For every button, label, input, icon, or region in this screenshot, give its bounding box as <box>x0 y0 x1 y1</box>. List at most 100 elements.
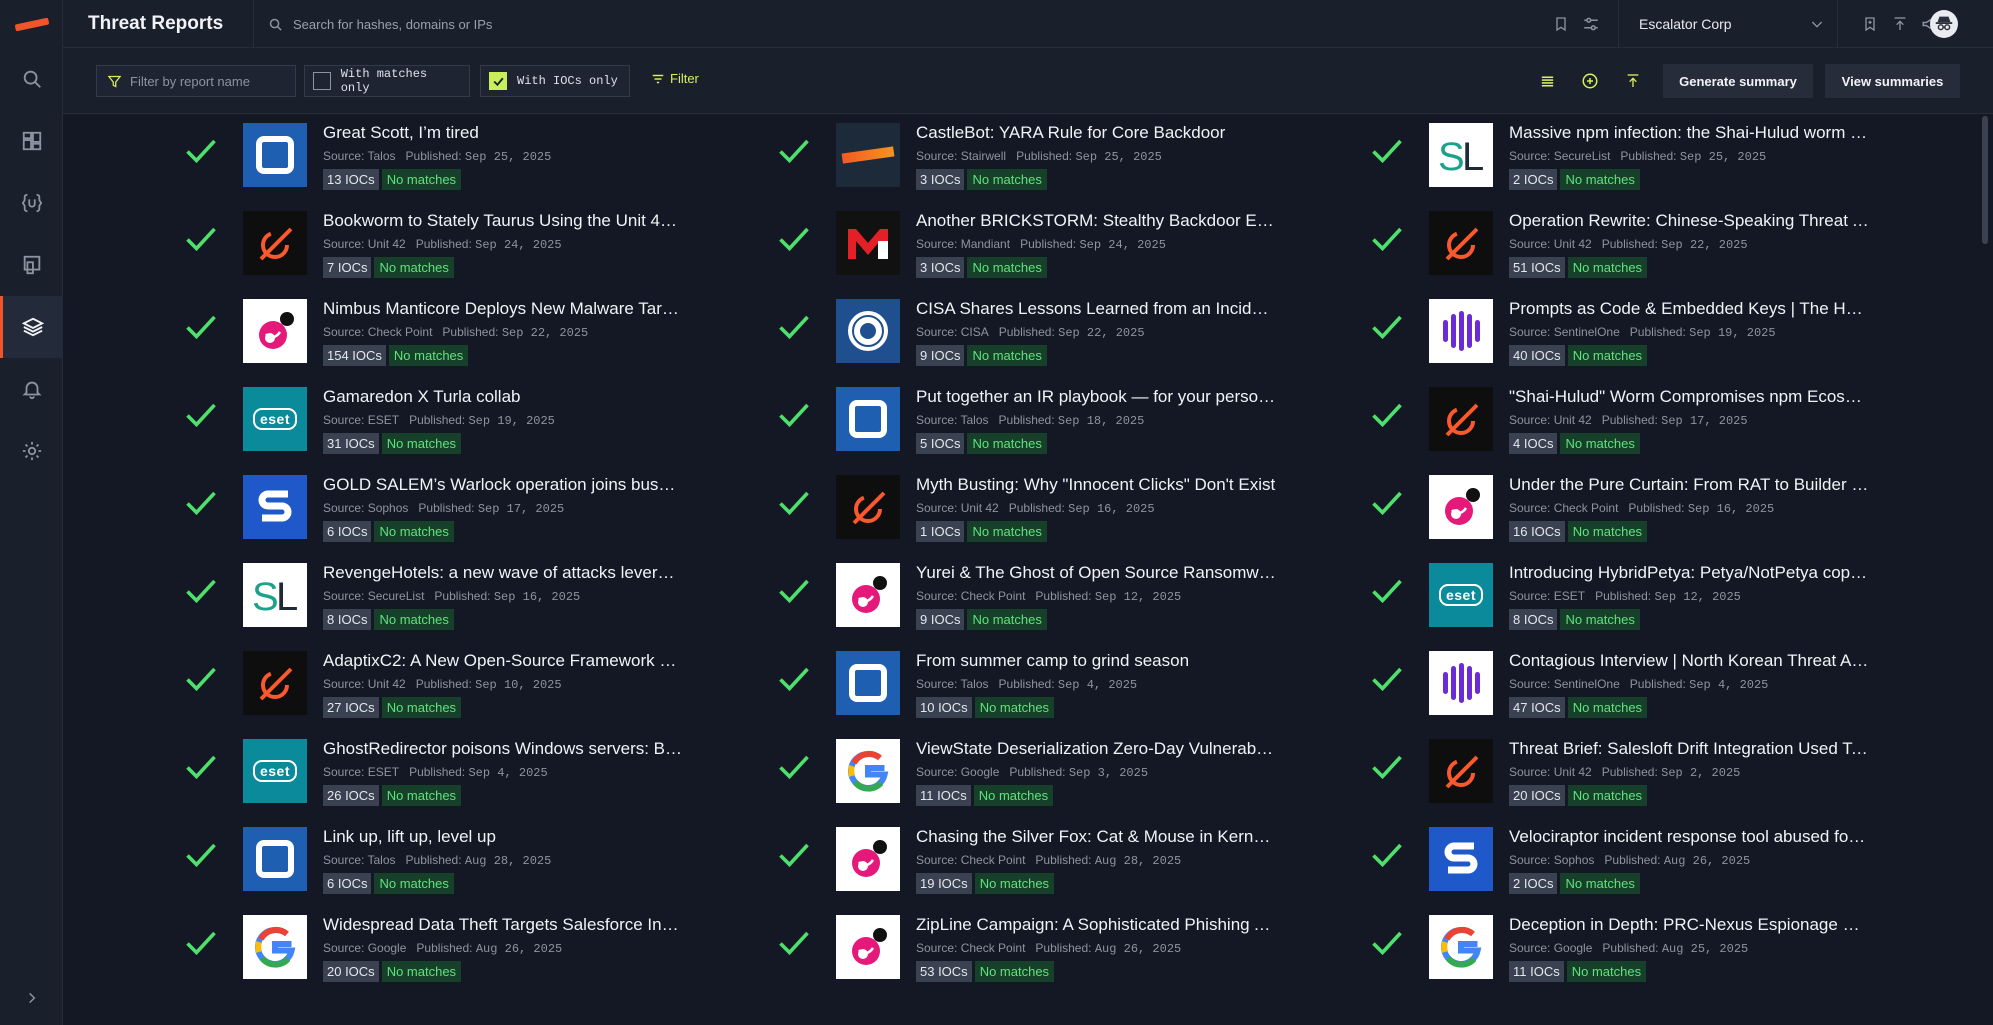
ioc-count-badge[interactable]: 10 IOCs <box>916 697 972 718</box>
report-title[interactable]: ViewState Deserialization Zero-Day Vulne… <box>916 739 1276 759</box>
report-title[interactable]: Yurei & The Ghost of Open Source Ransomw… <box>916 563 1276 583</box>
report-title[interactable]: AdaptixC2: A New Open-Source Framework L… <box>323 651 683 671</box>
report-card[interactable]: SL Massive npm infection: the Shai-Hulud… <box>1369 114 1929 196</box>
ioc-count-badge[interactable]: 3 IOCs <box>916 257 965 278</box>
saved-searches-button[interactable] <box>1860 14 1880 34</box>
ioc-count-badge[interactable]: 9 IOCs <box>916 609 965 630</box>
ioc-count-badge[interactable]: 20 IOCs <box>1509 785 1565 806</box>
with-matches-checkbox[interactable]: With matches only <box>304 65 470 97</box>
report-title[interactable]: Chasing the Silver Fox: Cat & Mouse in K… <box>916 827 1276 847</box>
report-title[interactable]: GhostRedirector poisons Windows servers:… <box>323 739 683 759</box>
report-card[interactable]: Yurei & The Ghost of Open Source Ransomw… <box>776 554 1336 636</box>
report-card[interactable]: eset GhostRedirector poisons Windows ser… <box>183 730 743 812</box>
ioc-count-badge[interactable]: 2 IOCs <box>1509 169 1558 190</box>
ioc-count-badge[interactable]: 19 IOCs <box>916 873 972 894</box>
rail-yara[interactable] <box>0 172 63 234</box>
report-title[interactable]: Velociraptor incident response tool abus… <box>1509 827 1869 847</box>
report-title[interactable]: Great Scott, I’m tired <box>323 123 683 143</box>
rail-search[interactable] <box>0 48 63 110</box>
report-title[interactable]: From summer camp to grind season <box>916 651 1276 671</box>
filter-button[interactable]: Filter <box>651 71 699 86</box>
user-avatar[interactable] <box>1930 10 1958 38</box>
report-card[interactable]: Widespread Data Theft Targets Salesforce… <box>183 906 743 988</box>
rail-settings[interactable] <box>0 420 63 482</box>
report-title[interactable]: Widespread Data Theft Targets Salesforce… <box>323 915 683 935</box>
list-view-button[interactable] <box>1537 71 1557 91</box>
upload-report-button[interactable] <box>1623 71 1643 91</box>
report-card[interactable]: "Shai-Hulud" Worm Compromises npm Ecosys… <box>1369 378 1929 460</box>
report-card[interactable]: eset Gamaredon X Turla collab Source: ES… <box>183 378 743 460</box>
report-title[interactable]: Massive npm infection: the Shai-Hulud wo… <box>1509 123 1869 143</box>
scrollbar[interactable] <box>1981 114 1989 1025</box>
rail-dashboard[interactable] <box>0 110 63 172</box>
report-card[interactable]: Bookworm to Stately Taurus Using the Uni… <box>183 202 743 284</box>
report-title[interactable]: Put together an IR playbook — for your p… <box>916 387 1276 407</box>
bookmark-button[interactable] <box>1551 14 1571 34</box>
ioc-count-badge[interactable]: 13 IOCs <box>323 169 379 190</box>
report-title[interactable]: Under the Pure Curtain: From RAT to Buil… <box>1509 475 1869 495</box>
ioc-count-badge[interactable]: 11 IOCs <box>916 785 971 806</box>
ioc-count-badge[interactable]: 47 IOCs <box>1509 697 1565 718</box>
ioc-count-badge[interactable]: 9 IOCs <box>916 345 965 366</box>
report-card[interactable]: Great Scott, I’m tired Source: Talos Pub… <box>183 114 743 196</box>
ioc-count-badge[interactable]: 20 IOCs <box>323 961 379 982</box>
report-title[interactable]: Link up, lift up, level up <box>323 827 683 847</box>
report-card[interactable]: AdaptixC2: A New Open-Source Framework L… <box>183 642 743 724</box>
report-title[interactable]: RevengeHotels: a new wave of attacks lev… <box>323 563 683 583</box>
ioc-count-badge[interactable]: 2 IOCs <box>1509 873 1558 894</box>
report-card[interactable]: ViewState Deserialization Zero-Day Vulne… <box>776 730 1336 812</box>
ioc-count-badge[interactable]: 27 IOCs <box>323 697 379 718</box>
generate-summary-button[interactable]: Generate summary <box>1663 64 1813 98</box>
ioc-count-badge[interactable]: 7 IOCs <box>323 257 372 278</box>
ioc-count-badge[interactable]: 8 IOCs <box>1509 609 1558 630</box>
report-title[interactable]: GOLD SALEM’s Warlock operation joins bus… <box>323 475 683 495</box>
report-title[interactable]: Another BRICKSTORM: Stealthy Backdoor En… <box>916 211 1276 231</box>
report-title[interactable]: Myth Busting: Why "Innocent Clicks" Don'… <box>916 475 1276 495</box>
report-card[interactable]: Velociraptor incident response tool abus… <box>1369 818 1929 900</box>
report-card[interactable]: Link up, lift up, level up Source: Talos… <box>183 818 743 900</box>
ioc-count-badge[interactable]: 3 IOCs <box>916 169 965 190</box>
report-name-filter-input[interactable] <box>130 73 290 89</box>
report-title[interactable]: ZipLine Campaign: A Sophisticated Phishi… <box>916 915 1276 935</box>
report-card[interactable]: From summer camp to grind season Source:… <box>776 642 1336 724</box>
report-title[interactable]: CastleBot: YARA Rule for Core Backdoor <box>916 123 1276 143</box>
view-summaries-button[interactable]: View summaries <box>1825 64 1960 98</box>
ioc-count-badge[interactable]: 154 IOCs <box>323 345 386 366</box>
report-card[interactable]: SL RevengeHotels: a new wave of attacks … <box>183 554 743 636</box>
ioc-count-badge[interactable]: 4 IOCs <box>1509 433 1558 454</box>
report-title[interactable]: Gamaredon X Turla collab <box>323 387 683 407</box>
brand-logo[interactable] <box>0 0 63 48</box>
rail-alerts[interactable] <box>0 358 63 420</box>
report-title[interactable]: CISA Shares Lessons Learned from an Inci… <box>916 299 1276 319</box>
with-iocs-checkbox[interactable]: With IOCs only <box>480 65 630 97</box>
report-card[interactable]: Deception in Depth: PRC-Nexus Espionage … <box>1369 906 1929 988</box>
report-card[interactable]: ZipLine Campaign: A Sophisticated Phishi… <box>776 906 1336 988</box>
ioc-count-badge[interactable]: 40 IOCs <box>1509 345 1565 366</box>
report-card[interactable]: Chasing the Silver Fox: Cat & Mouse in K… <box>776 818 1336 900</box>
report-card[interactable]: CastleBot: YARA Rule for Core Backdoor S… <box>776 114 1336 196</box>
report-card[interactable]: Myth Busting: Why "Innocent Clicks" Don'… <box>776 466 1336 548</box>
ioc-count-badge[interactable]: 16 IOCs <box>1509 521 1565 542</box>
ioc-count-badge[interactable]: 53 IOCs <box>916 961 972 982</box>
report-card[interactable]: Contagious Interview | North Korean Thre… <box>1369 642 1929 724</box>
report-title[interactable]: Bookworm to Stately Taurus Using the Uni… <box>323 211 683 231</box>
report-title[interactable]: Threat Brief: Salesloft Drift Integratio… <box>1509 739 1869 759</box>
ioc-count-badge[interactable]: 26 IOCs <box>323 785 379 806</box>
ioc-count-badge[interactable]: 51 IOCs <box>1509 257 1565 278</box>
upload-button[interactable] <box>1890 14 1910 34</box>
scrollbar-thumb[interactable] <box>1982 116 1988 244</box>
report-card[interactable]: Nimbus Manticore Deploys New Malware Tar… <box>183 290 743 372</box>
ioc-count-badge[interactable]: 11 IOCs <box>1509 961 1564 982</box>
report-title[interactable]: "Shai-Hulud" Worm Compromises npm Ecosys… <box>1509 387 1869 407</box>
ioc-count-badge[interactable]: 5 IOCs <box>916 433 965 454</box>
report-card[interactable]: CISA Shares Lessons Learned from an Inci… <box>776 290 1336 372</box>
report-card[interactable]: Put together an IR playbook — for your p… <box>776 378 1336 460</box>
ioc-count-badge[interactable]: 6 IOCs <box>323 873 372 894</box>
report-card[interactable]: Prompts as Code & Embedded Keys | The Hu… <box>1369 290 1929 372</box>
report-card[interactable]: eset Introducing HybridPetya: Petya/NotP… <box>1369 554 1929 636</box>
report-card[interactable]: Operation Rewrite: Chinese-Speaking Thre… <box>1369 202 1929 284</box>
report-title[interactable]: Prompts as Code & Embedded Keys | The Hu… <box>1509 299 1869 319</box>
report-title[interactable]: Operation Rewrite: Chinese-Speaking Thre… <box>1509 211 1869 231</box>
org-selector[interactable]: Escalator Corp <box>1618 0 1838 48</box>
report-card[interactable]: Threat Brief: Salesloft Drift Integratio… <box>1369 730 1929 812</box>
